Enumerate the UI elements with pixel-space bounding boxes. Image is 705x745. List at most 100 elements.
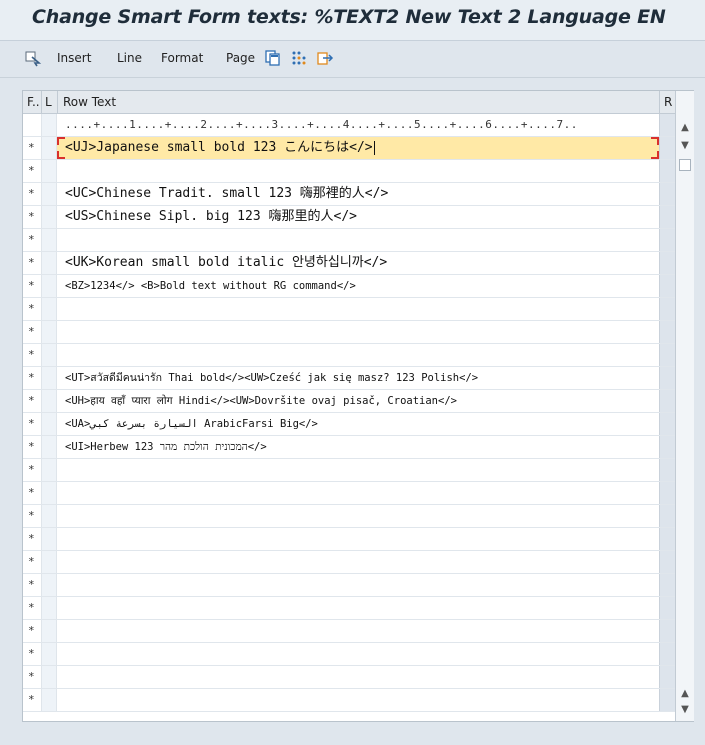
table-row[interactable]: * <UH>हाय वहाँ प्यारा लोग Hindi</><UW>Dov…	[23, 390, 675, 413]
table-row[interactable]: * <UA>السيارة بسرعة كبي ArabicFarsi Big</…	[23, 413, 675, 436]
line-cell[interactable]	[41, 206, 57, 228]
format-cell[interactable]: *	[23, 137, 41, 159]
line-cell[interactable]	[41, 505, 57, 527]
format-cell[interactable]: *	[23, 390, 41, 412]
format-cell[interactable]: *	[23, 275, 41, 297]
row-text-cell[interactable]: <US>Chinese Sipl. big 123 嗨那里的人</>	[57, 206, 659, 228]
line-cell[interactable]	[41, 436, 57, 458]
format-menu[interactable]: Format	[161, 51, 203, 65]
format-cell[interactable]: *	[23, 206, 41, 228]
table-row[interactable]: *	[23, 160, 675, 183]
row-text-cell[interactable]	[57, 551, 659, 573]
format-cell[interactable]: *	[23, 160, 41, 182]
format-cell[interactable]: *	[23, 666, 41, 688]
row-text-cell[interactable]	[57, 643, 659, 665]
line-cell[interactable]	[41, 298, 57, 320]
format-cell[interactable]: *	[23, 528, 41, 550]
header-row-text[interactable]: Row Text	[63, 95, 116, 109]
table-row[interactable]: *	[23, 321, 675, 344]
row-text-cell[interactable]	[57, 597, 659, 619]
grid-dots-icon[interactable]	[290, 49, 308, 67]
vertical-scrollbar[interactable]: ▲ ▼ ▲ ▼	[675, 91, 694, 721]
line-cell[interactable]	[41, 275, 57, 297]
format-cell[interactable]: *	[23, 229, 41, 251]
scroll-down-top-icon[interactable]: ▼	[676, 139, 694, 153]
format-cell[interactable]: *	[23, 321, 41, 343]
table-row[interactable]: *	[23, 459, 675, 482]
header-r[interactable]: R	[664, 95, 672, 109]
scroll-thumb[interactable]	[679, 159, 691, 171]
row-text-cell[interactable]	[57, 689, 659, 711]
format-cell[interactable]: *	[23, 413, 41, 435]
scroll-down-icon[interactable]: ▼	[676, 703, 694, 717]
table-row[interactable]: *	[23, 551, 675, 574]
header-l[interactable]: L	[45, 95, 52, 109]
table-row[interactable]: * <UT>สวัสดีมีคนน่ารัก Thai bold</><UW>Cz…	[23, 367, 675, 390]
line-cell[interactable]	[41, 252, 57, 274]
row-text-cell[interactable]: <UK>Korean small bold italic 안녕하십니까</>	[57, 252, 659, 274]
scroll-up-top-icon[interactable]: ▲	[676, 121, 694, 135]
row-text-cell[interactable]	[57, 229, 659, 251]
format-cell[interactable]: *	[23, 482, 41, 504]
table-row[interactable]: * <US>Chinese Sipl. big 123 嗨那里的人</>	[23, 206, 675, 229]
table-row[interactable]: *	[23, 597, 675, 620]
table-row[interactable]: * <BZ>1234</> <B>Bold text without RG com…	[23, 275, 675, 298]
line-cell[interactable]	[41, 666, 57, 688]
line-cell[interactable]	[41, 344, 57, 366]
row-text-cell[interactable]	[57, 620, 659, 642]
row-text-cell[interactable]	[57, 482, 659, 504]
row-text-cell[interactable]: <UT>สวัสดีมีคนน่ารัก Thai bold</><UW>Cze…	[57, 367, 659, 389]
table-row[interactable]: *	[23, 229, 675, 252]
line-cell[interactable]	[41, 413, 57, 435]
row-text-cell[interactable]	[57, 666, 659, 688]
format-cell[interactable]: *	[23, 183, 41, 205]
row-text-cell[interactable]: <UJ>Japanese small bold 123 こんにちは</>	[57, 137, 659, 159]
format-cell[interactable]: *	[23, 459, 41, 481]
row-text-cell[interactable]	[57, 505, 659, 527]
line-cell[interactable]	[41, 229, 57, 251]
line-cell[interactable]	[41, 367, 57, 389]
table-row[interactable]: * <UI>Herbew 123 המכונית הולכת מהר</>	[23, 436, 675, 459]
line-menu[interactable]: Line	[117, 51, 142, 65]
format-cell[interactable]: *	[23, 252, 41, 274]
table-row[interactable]: *	[23, 505, 675, 528]
table-row[interactable]: *	[23, 620, 675, 643]
table-row[interactable]: *	[23, 298, 675, 321]
format-cell[interactable]: *	[23, 620, 41, 642]
row-text-cell[interactable]	[57, 528, 659, 550]
line-cell[interactable]	[41, 459, 57, 481]
export-icon[interactable]	[316, 49, 334, 67]
row-text-cell[interactable]	[57, 298, 659, 320]
format-cell[interactable]: *	[23, 436, 41, 458]
line-cell[interactable]	[41, 620, 57, 642]
select-all-icon[interactable]	[24, 49, 42, 67]
row-text-cell[interactable]	[57, 459, 659, 481]
line-cell[interactable]	[41, 160, 57, 182]
format-cell[interactable]: *	[23, 298, 41, 320]
format-cell[interactable]: *	[23, 574, 41, 596]
page-menu[interactable]: Page	[226, 51, 255, 65]
table-row[interactable]: *	[23, 643, 675, 666]
table-row[interactable]: *	[23, 528, 675, 551]
line-cell[interactable]	[41, 137, 57, 159]
line-cell[interactable]	[41, 689, 57, 711]
format-cell[interactable]: *	[23, 367, 41, 389]
table-row[interactable]: *	[23, 344, 675, 367]
line-cell[interactable]	[41, 482, 57, 504]
format-cell[interactable]: *	[23, 551, 41, 573]
row-text-cell[interactable]	[57, 321, 659, 343]
row-text-cell[interactable]: <UI>Herbew 123 המכונית הולכת מהר</>	[57, 436, 659, 458]
line-cell[interactable]	[41, 321, 57, 343]
line-cell[interactable]	[41, 390, 57, 412]
line-cell[interactable]	[41, 574, 57, 596]
format-cell[interactable]: *	[23, 597, 41, 619]
line-cell[interactable]	[41, 643, 57, 665]
row-text-cell[interactable]: <UA>السيارة بسرعة كبي ArabicFarsi Big</>	[57, 413, 659, 435]
line-cell[interactable]	[41, 551, 57, 573]
row-text-cell[interactable]: <UH>हाय वहाँ प्यारा लोग Hindi</><UW>Dovr…	[57, 390, 659, 412]
table-row[interactable]: *	[23, 482, 675, 505]
format-cell[interactable]: *	[23, 643, 41, 665]
line-cell[interactable]	[41, 597, 57, 619]
line-cell[interactable]	[41, 183, 57, 205]
scroll-up-icon[interactable]: ▲	[676, 687, 694, 701]
